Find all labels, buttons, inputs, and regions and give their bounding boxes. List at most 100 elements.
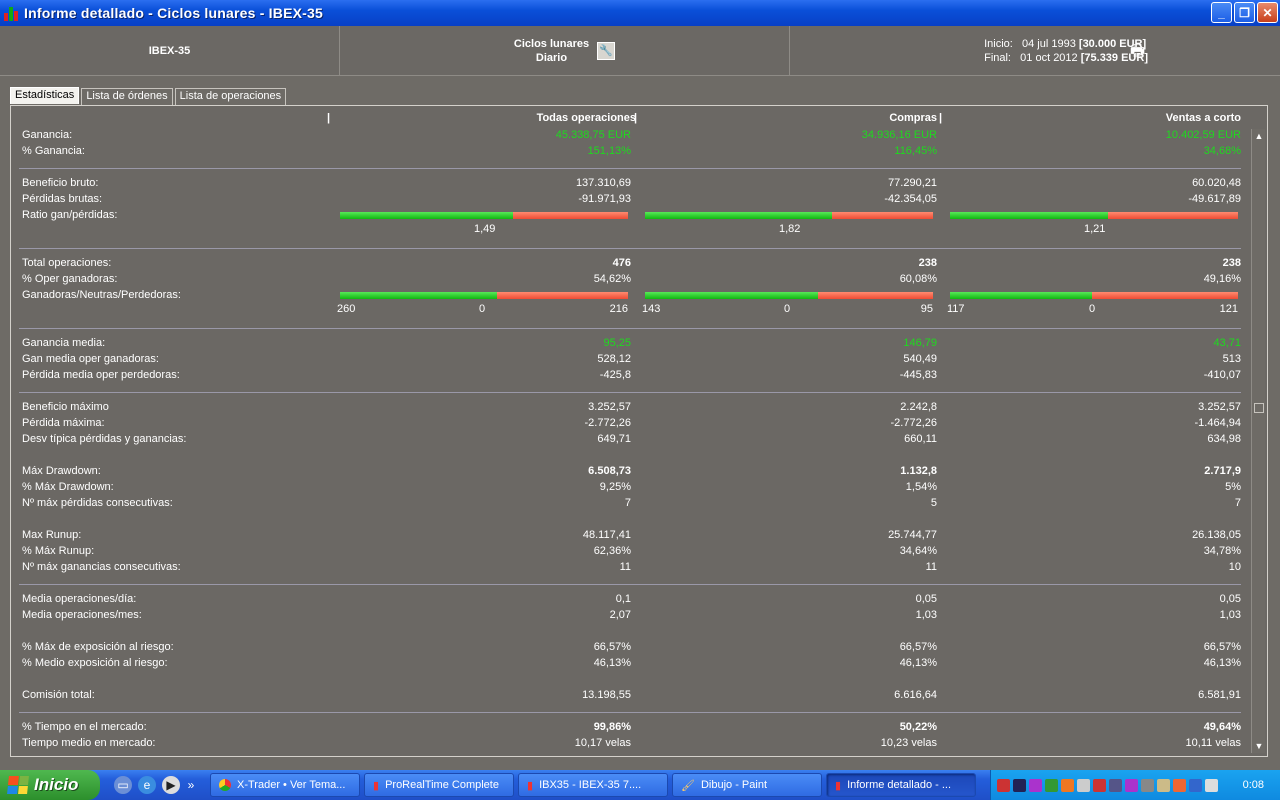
scroll-down-icon[interactable]: ▼	[1252, 739, 1266, 753]
stat-value-ventas: -49.617,89	[1188, 193, 1241, 205]
start-button[interactable]: Inicio	[0, 770, 100, 800]
stat-row-max-runup: Max Runup: 48.117,41 25.744,77 26.138,05	[11, 529, 1243, 545]
column-header-todas: Todas operaciones	[536, 112, 636, 124]
tray-app-icon[interactable]	[1061, 778, 1074, 792]
stat-row-max-drawdown: Máx Drawdown: 6.508,73 1.132,8 2.717,9	[11, 465, 1243, 481]
tray-network-icon[interactable]	[1013, 778, 1026, 792]
close-button[interactable]: ✕	[1257, 2, 1278, 23]
stat-value-compras: -42.354,05	[884, 193, 937, 205]
stat-label: Ganadoras/Neutras/Perdedoras:	[22, 289, 181, 301]
clock: 0:08	[1242, 779, 1264, 791]
stat-value-ventas: 5%	[1225, 481, 1241, 493]
stat-value-compras: 660,11	[904, 433, 937, 445]
chrome-icon	[219, 779, 231, 791]
stat-row-pct-max-runup: % Máx Runup: 62,36% 34,64% 34,78%	[11, 545, 1243, 561]
printer-icon[interactable]: 🖶	[1130, 40, 1150, 60]
stat-row-pct-ganancia: % Ganancia: 151,13% 116,45% 34,68%	[11, 145, 1243, 161]
stat-value-ventas: 10.402,59 EUR	[1165, 129, 1241, 141]
tray-app-icon[interactable]	[1109, 778, 1122, 792]
media-player-icon[interactable]: ▶	[162, 776, 180, 794]
stat-label: Ganancia media:	[22, 337, 106, 349]
stat-value-ventas: 43,71	[1213, 337, 1241, 349]
tray-chart-icon[interactable]	[997, 778, 1010, 792]
stat-value-ventas: -1.464,94	[1194, 417, 1241, 429]
wrench-icon[interactable]: 🔧	[597, 41, 616, 60]
task-label: Informe detallado - ...	[847, 779, 952, 791]
tab-lista-ordenes[interactable]: Lista de órdenes	[81, 88, 173, 105]
stat-value-compras: 2.242,8	[900, 401, 937, 413]
tray-app-icon[interactable]	[1205, 778, 1218, 792]
stat-value-compras: 1.132,8	[900, 465, 937, 477]
stat-label: % Máx Runup:	[22, 545, 95, 557]
section-divider	[19, 584, 1241, 585]
section-divider	[19, 248, 1241, 249]
stat-value-compras: 50,22%	[899, 721, 937, 733]
stat-row-tiempo-medio-mercado: Tiempo medio en mercado: 10,17 velas 10,23…	[11, 737, 1243, 753]
tab-lista-operaciones[interactable]: Lista de operaciones	[174, 88, 287, 105]
stat-value-compras: 10,23 velas	[880, 737, 937, 749]
stat-value-compras: 1,03	[915, 609, 937, 621]
tray-security-icon[interactable]	[1093, 778, 1106, 792]
task-ibx35[interactable]: ▮ IBX35 - IBEX-35 7....	[518, 773, 668, 797]
stat-value-ventas: 26.138,05	[1192, 529, 1241, 541]
stat-label: Beneficio bruto:	[22, 177, 99, 189]
desktop-icon[interactable]: ▭	[114, 776, 132, 794]
stat-value-compras: 146,79	[903, 337, 937, 349]
stat-value-compras: -2.772,26	[890, 417, 937, 429]
tray-app-icon[interactable]	[1125, 778, 1138, 792]
stat-label: Tiempo medio en mercado:	[22, 737, 156, 749]
stat-value-todas: -2.772,26	[584, 417, 631, 429]
stat-label: Beneficio máximo	[22, 401, 109, 413]
stat-value-compras: 238	[918, 257, 937, 269]
stat-value-ventas: 6.581,91	[1198, 689, 1241, 701]
stat-row-total-ops: Total operaciones: 476 238 238	[11, 257, 1243, 273]
task-label: ProRealTime Complete	[385, 779, 499, 791]
stat-value-ventas: 238	[1222, 257, 1241, 269]
bar-green-segment	[950, 292, 1092, 299]
stat-value-compras: 1,54%	[905, 481, 937, 493]
stat-value-todas: 99,86%	[593, 721, 631, 733]
tab-estadisticas[interactable]: Estadísticas	[10, 87, 80, 104]
task-xtrader[interactable]: X-Trader • Ver Tema...	[210, 773, 360, 797]
stat-value-todas: 528,12	[597, 353, 631, 365]
scroll-up-icon[interactable]: ▲	[1252, 129, 1266, 143]
stat-value-todas: 3.252,57	[588, 401, 631, 413]
column-headers: | Todas operaciones | Compras | Ventas a…	[11, 112, 1241, 126]
task-informe[interactable]: ▮ Informe detallado - ...	[826, 773, 976, 797]
stat-row-media-ops-mes: Media operaciones/mes: 2,07 1,03 1,03	[11, 609, 1243, 625]
tray-update-icon[interactable]	[1045, 778, 1058, 792]
tray-app-icon[interactable]	[1141, 778, 1154, 792]
stat-value-todas: 649,71	[597, 433, 631, 445]
restore-button[interactable]: ❐	[1234, 2, 1255, 23]
stat-value-compras: 11	[925, 561, 937, 573]
volume-icon[interactable]	[1077, 778, 1090, 792]
chart-icon: ▮	[527, 779, 534, 792]
tray-app-icon[interactable]	[1173, 778, 1186, 792]
chart-icon: ▮	[835, 779, 842, 792]
stat-value-todas: 62,36%	[593, 545, 631, 557]
start-date: 04 jul 1993	[1022, 37, 1076, 50]
stat-label: Max Runup:	[22, 529, 82, 541]
tray-app-icon[interactable]	[1157, 778, 1170, 792]
gnp-losses: 121	[1219, 303, 1238, 315]
tray-app-icon[interactable]	[1189, 778, 1202, 792]
title-bar[interactable]: Informe detallado - Ciclos lunares - IBE…	[0, 0, 1280, 26]
minimize-button[interactable]: _	[1211, 2, 1232, 23]
stat-value-compras: 116,45%	[894, 145, 937, 157]
stat-value-todas: 2,07	[609, 609, 631, 621]
task-prorealtime[interactable]: ▮ ProRealTime Complete	[364, 773, 514, 797]
stat-value-compras: 60,08%	[899, 273, 937, 285]
internet-explorer-icon[interactable]: e	[138, 776, 156, 794]
chevron-right-icon[interactable]: »	[186, 776, 196, 794]
task-paint[interactable]: 🖌 Dibujo - Paint	[672, 773, 822, 797]
vertical-scrollbar[interactable]: ▲ ▼	[1251, 129, 1265, 753]
bar-green-segment	[340, 212, 513, 219]
stat-value-todas: 476	[612, 257, 631, 269]
tray-app-icon[interactable]	[1029, 778, 1042, 792]
scroll-thumb[interactable]	[1254, 403, 1264, 413]
stat-value-compras: 46,13%	[899, 657, 937, 669]
stat-row-ganancia-media: Ganancia media: 95,25 146,79 43,71	[11, 337, 1243, 353]
column-separator: |	[634, 112, 638, 124]
stat-row-medio-exposicion: % Medio exposición al riesgo: 46,13% 46,13…	[11, 657, 1243, 673]
gnp-neutral: 0	[479, 303, 486, 315]
